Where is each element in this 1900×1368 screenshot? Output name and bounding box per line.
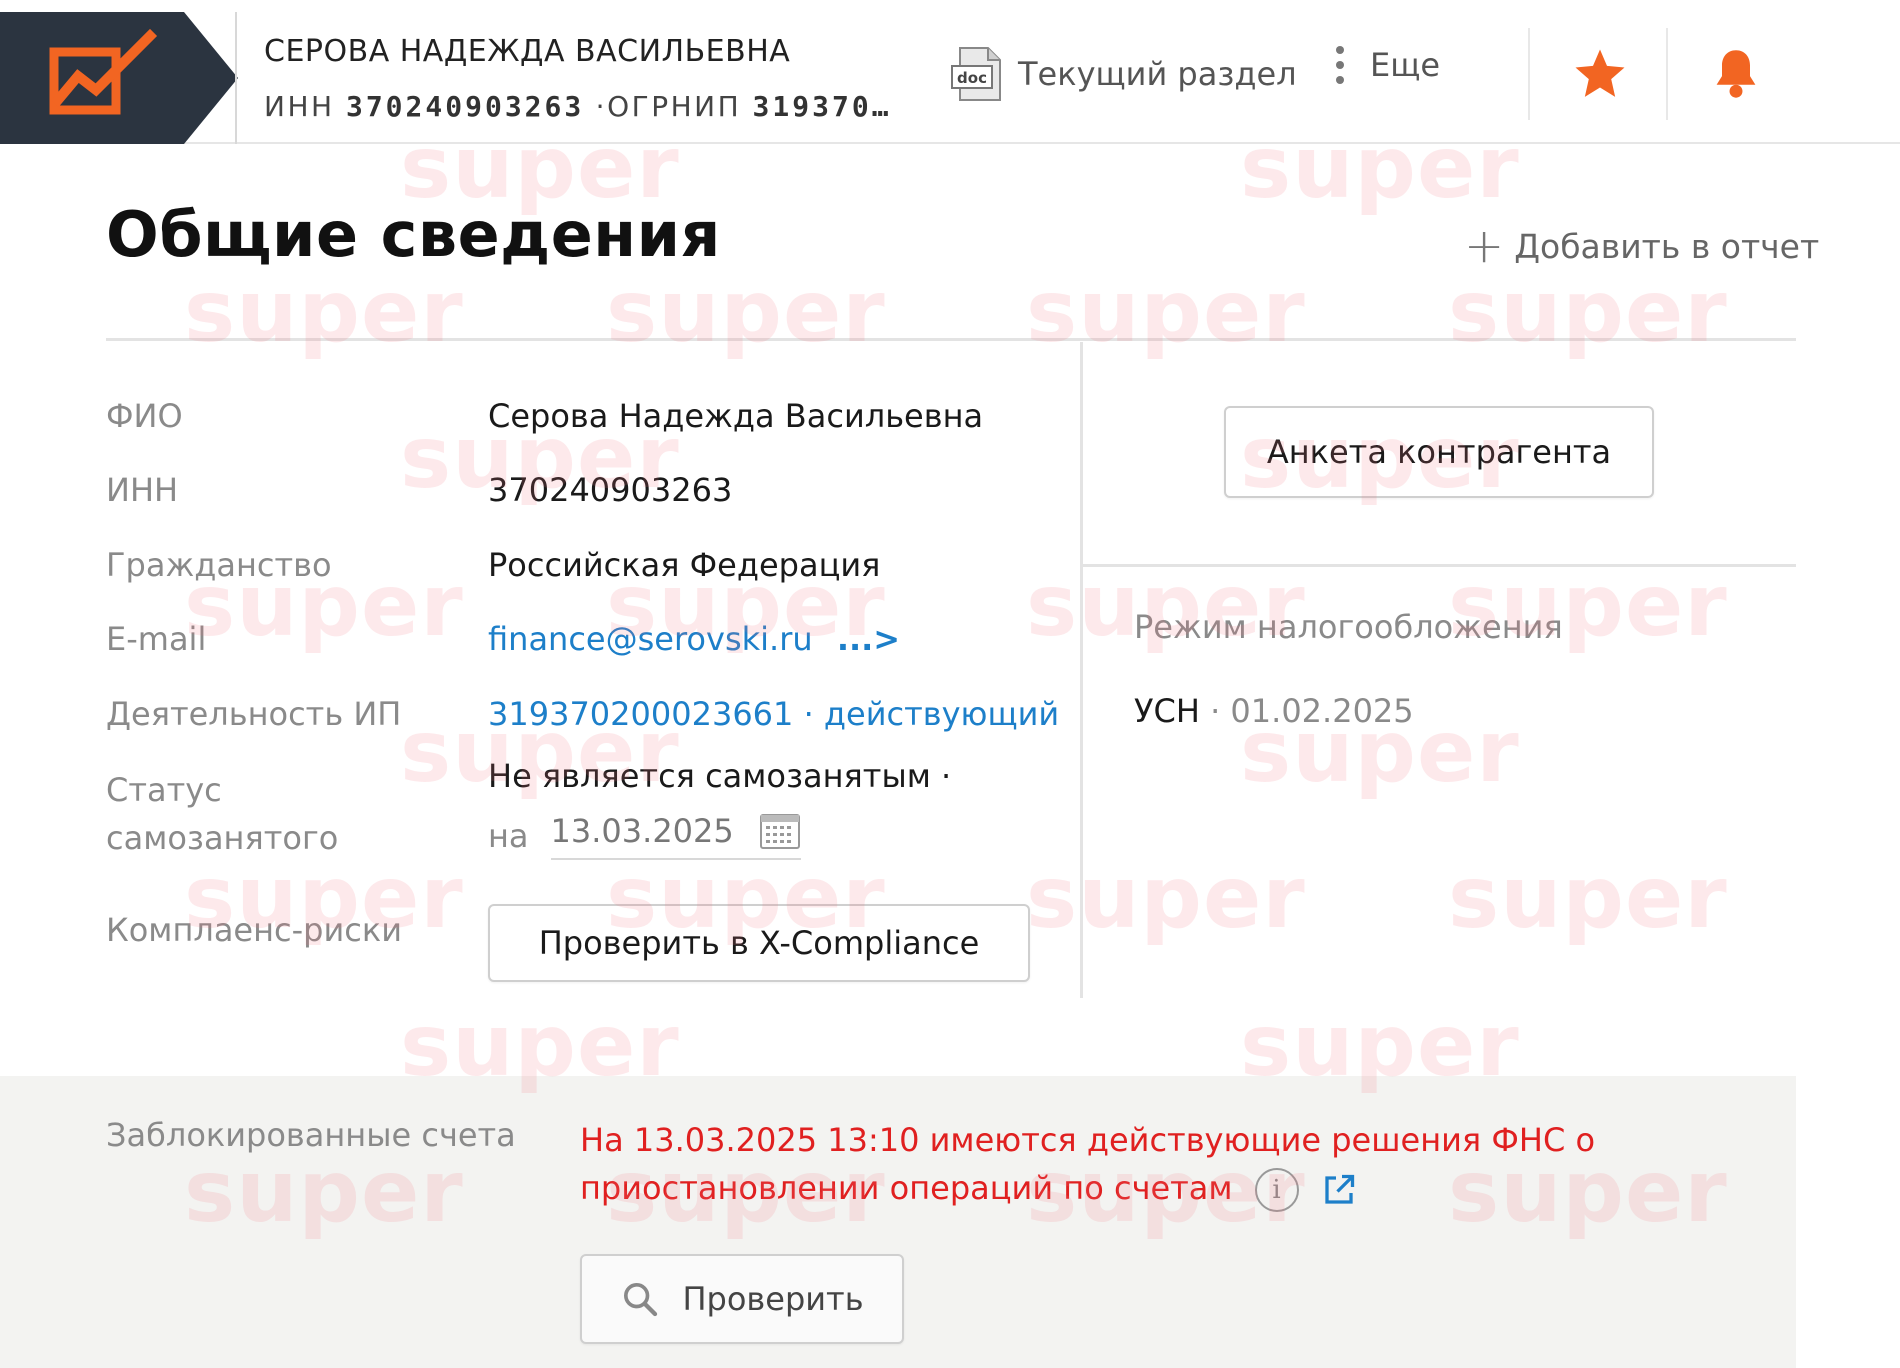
calendar-icon[interactable] [759,812,801,850]
title-divider [106,338,1796,341]
email-row: finance@serovski.ru ...> [488,615,900,663]
date-prefix: на [488,817,529,855]
add-to-report-label: Добавить в отчет [1514,226,1820,266]
blocked-accounts-message: На 13.03.2025 13:10 имеются действующие … [580,1116,1640,1212]
doc-icon-text: doc [957,69,987,87]
tax-separator: · [1210,692,1221,730]
check-xcompliance-button[interactable]: Проверить в X-Compliance [488,904,1030,982]
check-button-label: Проверить [682,1280,864,1318]
more-menu-button[interactable]: Еще [1336,46,1440,84]
plus-icon: + [1464,218,1505,274]
blocked-accounts-label: Заблокированные счета [106,1116,516,1154]
ogrnip-value: 319370… [752,90,892,123]
app-header: СЕРОВА НАДЕЖДА ВАСИЛЬЕВНА ИНН 3702409032… [0,0,1900,144]
page-title: Общие сведения [106,198,721,271]
search-icon [624,1283,658,1317]
company-identifiers: ИНН 370240903263 ·ОГРНИП 319370… [264,90,944,123]
inn-label: ИНН [264,90,335,123]
id-separator: · [595,90,608,123]
watermark: super [1448,262,1728,362]
current-section-label: Текущий раздел [1018,55,1297,93]
fio-label: ФИО [106,397,183,435]
selfemployed-label-line2: самозанятого [106,819,339,857]
kebab-menu-icon [1336,46,1344,84]
selfemployed-date: на 13.03.2025 [488,812,801,860]
more-label: Еще [1370,46,1441,84]
watermark: super [1448,848,1728,948]
selfemployed-label: Статус самозанятого [106,766,338,862]
date-picker-input[interactable]: 13.03.2025 [550,812,801,860]
right-column-divider [1083,564,1796,567]
activity-link[interactable]: 319370200023661 · действующий [488,690,1059,738]
fio-value: Серова Надежда Васильевна [488,397,984,435]
star-icon [1575,49,1625,97]
check-blocked-accounts-button[interactable]: Проверить [580,1254,904,1344]
tax-regime-value: УСН · 01.02.2025 [1134,692,1414,730]
email-link[interactable]: finance@serovski.ru [488,620,813,658]
column-divider [1080,342,1083,998]
citizenship-label: Гражданство [106,546,332,584]
watermark: super [1026,262,1306,362]
header-divider [1666,28,1668,120]
watermark: super [606,262,886,362]
notifications-button[interactable] [1710,46,1762,102]
date-value: 13.03.2025 [550,812,734,850]
ogrnip-label: ОГРНИП [607,90,742,123]
watermark: super [184,262,464,362]
inn-label: ИНН [106,471,179,509]
compliance-label: Комплаенс-риски [106,911,402,949]
email-more-link[interactable]: ...> [837,620,900,658]
watermark: super [1026,848,1306,948]
email-label: E-mail [106,620,207,658]
app-logo[interactable] [0,12,238,144]
favorite-button[interactable] [1572,46,1628,102]
blocked-message-text: На 13.03.2025 13:10 имеются действующие … [580,1121,1596,1207]
activity-label: Деятельность ИП [106,695,402,733]
info-icon[interactable]: i [1254,1168,1299,1212]
tax-regime-date: 01.02.2025 [1230,692,1414,730]
add-to-report-button[interactable]: + Добавить в отчет [1464,218,1820,274]
tax-regime-name: УСН [1134,692,1200,730]
citizenship-value: Российская Федерация [488,546,881,584]
selfemployed-label-line1: Статус [106,771,222,809]
external-link-icon[interactable] [1321,1172,1357,1208]
selfemployed-value: Не является самозанятым · [488,757,952,795]
company-name: СЕРОВА НАДЕЖДА ВАСИЛЬЕВНА [264,34,791,69]
header-divider [1528,28,1530,120]
inn-value: 370240903263 [488,471,733,509]
doc-file-icon: doc [951,47,1001,101]
bell-icon [1716,50,1756,98]
tax-regime-label: Режим налогообложения [1134,608,1563,646]
counterparty-form-button[interactable]: Анкета контрагента [1224,406,1654,498]
checkmark-chart-icon [0,12,238,144]
current-section-button[interactable]: doc Текущий раздел [950,46,1297,102]
inn-value: 370240903263 [345,90,585,123]
